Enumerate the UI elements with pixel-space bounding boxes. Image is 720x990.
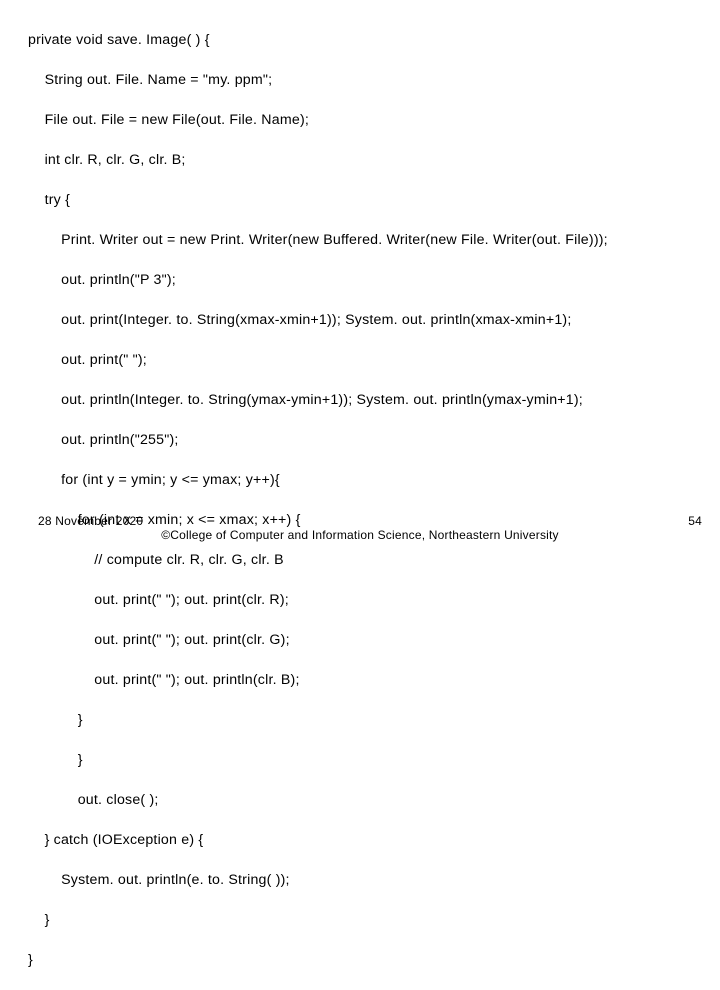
code-line: Print. Writer out = new Print. Writer(ne… xyxy=(28,230,608,250)
code-line: out. print(" "); out. print(clr. R); xyxy=(28,590,608,610)
code-line: out. println("P 3"); xyxy=(28,270,608,290)
code-line: } xyxy=(28,910,608,930)
code-line: } catch (IOException e) { xyxy=(28,830,608,850)
code-line: out. println("255"); xyxy=(28,430,608,450)
code-line: int clr. R, clr. G, clr. B; xyxy=(28,150,608,170)
code-line: File out. File = new File(out. File. Nam… xyxy=(28,110,608,130)
code-line: out. println(Integer. to. String(ymax-ym… xyxy=(28,390,608,410)
code-line: out. print(" "); out. println(clr. B); xyxy=(28,670,608,690)
code-line: } xyxy=(28,750,608,770)
code-line: out. print(Integer. to. String(xmax-xmin… xyxy=(28,310,608,330)
footer-page-number: 54 xyxy=(688,514,702,528)
code-line: private void save. Image( ) { xyxy=(28,30,608,50)
code-line: try { xyxy=(28,190,608,210)
code-block: private void save. Image( ) { String out… xyxy=(28,10,608,990)
code-line: // compute clr. R, clr. G, clr. B xyxy=(28,550,608,570)
code-line: } xyxy=(28,710,608,730)
code-line: out. print(" "); xyxy=(28,350,608,370)
code-line: } xyxy=(28,950,608,970)
code-line: out. close( ); xyxy=(28,790,608,810)
code-line: System. out. println(e. to. String( )); xyxy=(28,870,608,890)
code-line: for (int y = ymin; y <= ymax; y++){ xyxy=(28,470,608,490)
code-line: out. print(" "); out. print(clr. G); xyxy=(28,630,608,650)
footer-date: 28 November 2020 xyxy=(38,514,143,528)
code-line: String out. File. Name = "my. ppm"; xyxy=(28,70,608,90)
